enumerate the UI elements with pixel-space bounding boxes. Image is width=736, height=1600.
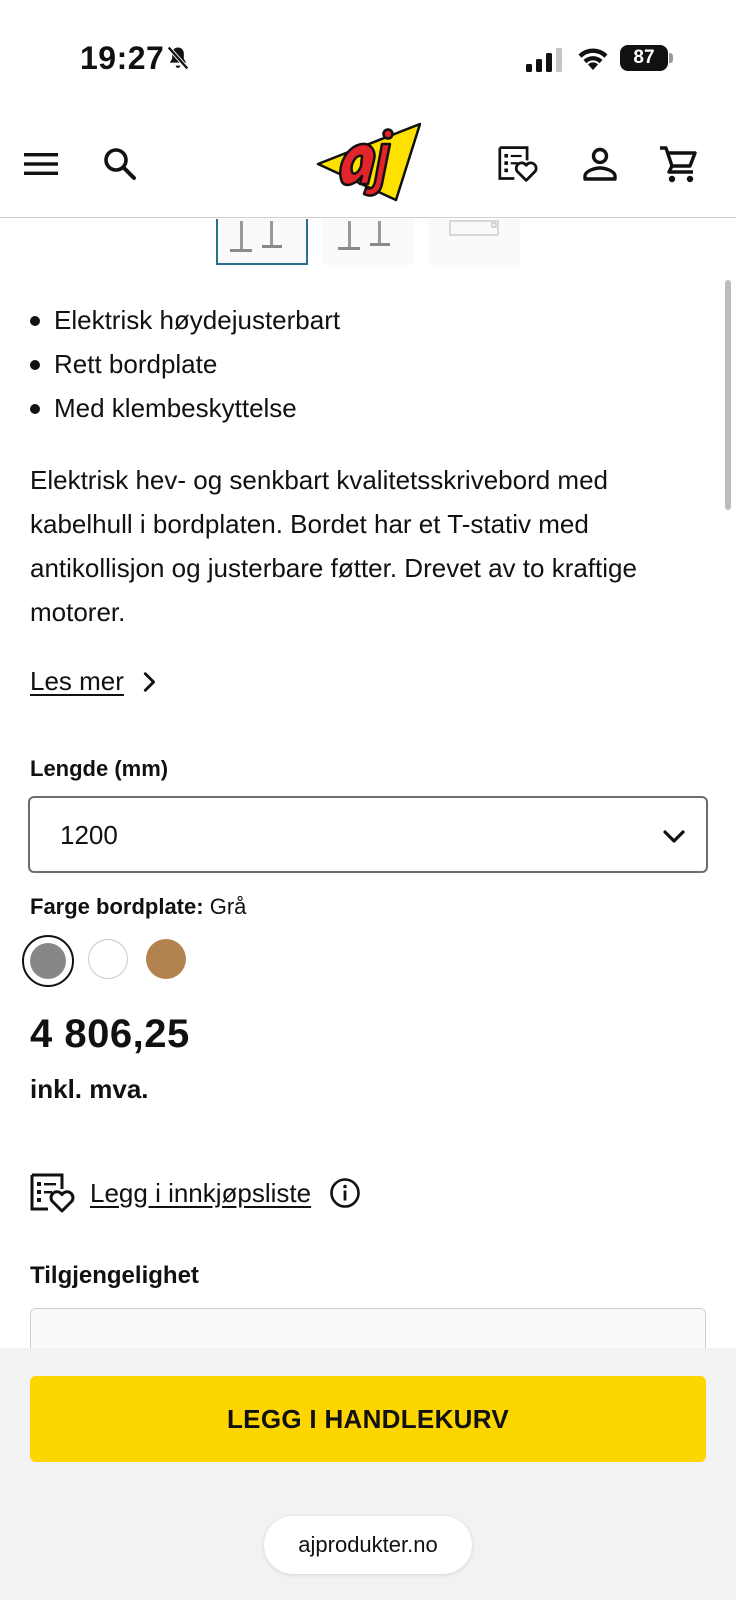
battery-level: 87 [620,45,668,71]
swatch-fill [30,943,66,979]
search-icon[interactable] [100,144,140,184]
signal-icon [526,48,562,72]
thumbnail-2[interactable] [322,219,414,265]
swatch-fill [146,939,186,979]
menu-icon[interactable] [22,144,62,184]
bottom-action-bar: LEGG I HANDLEKURV ajprodukter.no [0,1348,736,1600]
color-selected-value: Grå [209,894,247,919]
color-label-title: Farge bordplate: [30,894,204,919]
status-bar: 19:27 87 [0,0,736,110]
feature-item: Med klembeskyttelse [30,386,690,430]
availability-label: Tilgjengelighet [30,1262,199,1289]
thumbnail-1[interactable] [216,219,308,265]
chevron-right-icon [143,671,155,692]
shopping-list-heart-icon[interactable] [498,144,538,184]
desk-frame-image [338,221,390,250]
product-description: Elektrisk hev- og senkbart kvalitetsskri… [30,465,637,627]
swatch-gray[interactable] [22,935,74,987]
vat-note: inkl. mva. [30,1074,149,1104]
swatch-white[interactable] [84,935,136,987]
length-select[interactable]: 1200 [28,796,708,873]
bell-slash-icon [167,46,189,70]
add-to-cart-button[interactable]: LEGG I HANDLEKURV [30,1376,706,1462]
add-to-shopping-list[interactable]: Legg i innkjøpsliste [30,1172,361,1214]
info-icon[interactable] [329,1177,361,1209]
chevron-down-icon [663,830,685,843]
cart-icon[interactable] [658,144,698,184]
swatch-fill [88,939,128,979]
battery-cap [669,53,673,63]
status-time: 19:27 [80,40,165,76]
desk-frame-image [230,221,282,252]
length-selected-value: 1200 [60,820,118,850]
shopping-list-label: Legg i innkjøpsliste [90,1177,312,1208]
feature-item: Rett bordplate [30,342,690,386]
read-more-label: Les mer [30,666,124,696]
user-icon[interactable] [580,144,620,184]
browser-url-bar[interactable]: ajprodukter.no [264,1516,472,1574]
product-price: 4 806,25 [30,1012,190,1056]
site-header [0,110,736,218]
length-label: Lengde (mm) [30,756,169,781]
wifi-icon [578,48,608,70]
scrollbar[interactable] [725,280,731,510]
shopping-list-heart-icon [30,1173,75,1213]
thumbnail-3[interactable] [428,219,520,265]
desk-drawing-image [449,220,499,236]
feature-item: Elektrisk høydejusterbart [30,298,690,342]
feature-list: Elektrisk høydejusterbart Rett bordplate… [30,298,690,430]
color-label: Farge bordplate: Grå [30,894,246,920]
battery-indicator: 87 [620,45,673,71]
swatch-oak[interactable] [142,935,194,987]
read-more-link[interactable]: Les mer [30,666,160,697]
aj-logo[interactable] [316,122,424,208]
